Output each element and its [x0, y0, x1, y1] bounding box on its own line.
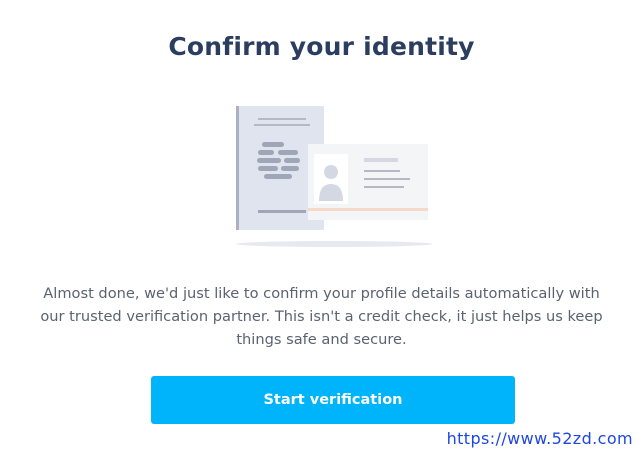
description-text: Almost done, we'd just like to confirm y… — [40, 285, 603, 348]
id-card-icon — [308, 144, 428, 220]
identity-verification-page: Confirm your identity Almost done, we'd … — [0, 0, 643, 456]
shadow — [236, 241, 432, 247]
page-title: Confirm your identity — [168, 32, 475, 61]
passport-id-card-illustration — [236, 106, 432, 247]
start-verification-button[interactable]: Start verification — [151, 376, 515, 424]
watermark-url: https://www.52zd.com — [446, 429, 633, 448]
